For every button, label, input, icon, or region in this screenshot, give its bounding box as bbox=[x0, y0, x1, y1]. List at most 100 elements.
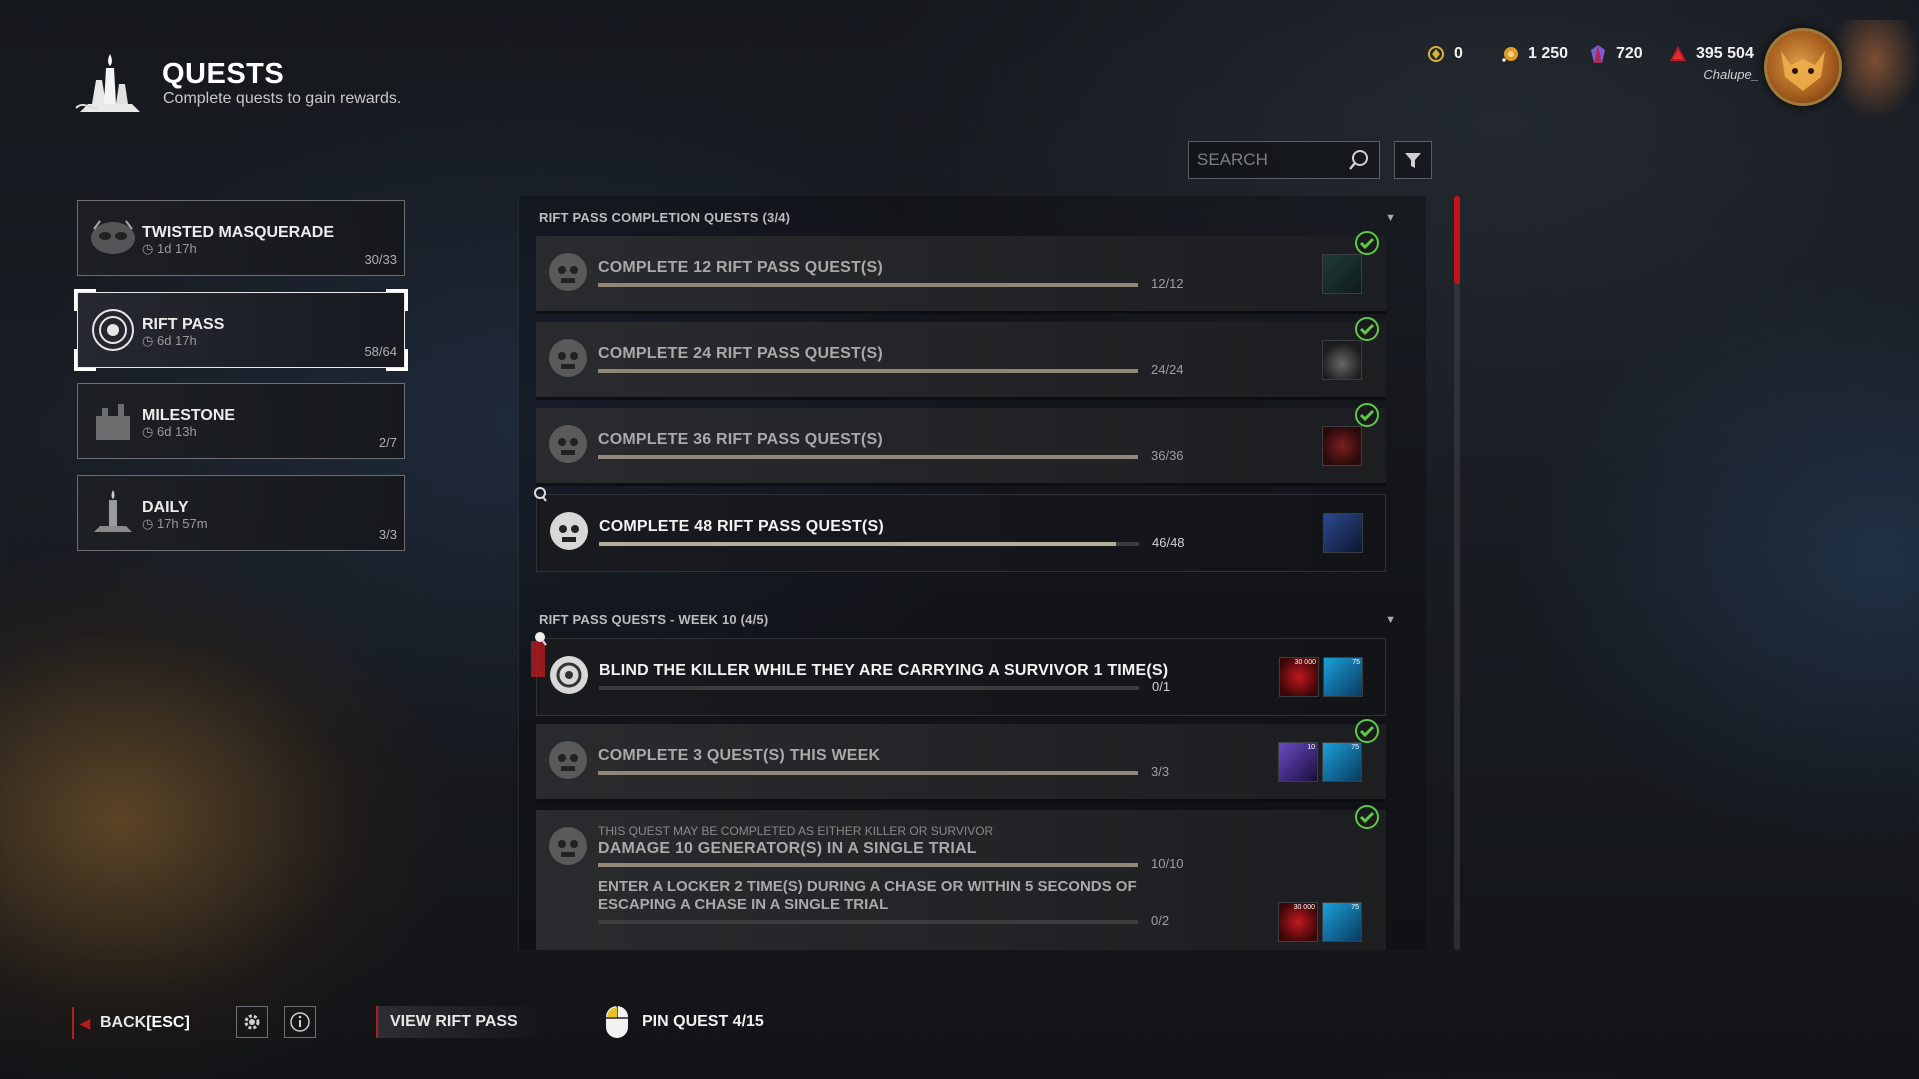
filter-button[interactable] bbox=[1394, 141, 1432, 179]
category-time-value: 6d 13h bbox=[156, 424, 197, 439]
currency-auric-gems: 720 bbox=[1588, 42, 1643, 66]
progress-bar bbox=[598, 455, 1138, 459]
quest-title: COMPLETE 48 RIFT PASS QUEST(S) bbox=[599, 518, 884, 535]
quest-row[interactable]: BLIND THE KILLER WHILE THEY ARE CARRYING… bbox=[531, 638, 1386, 716]
pin-quest-label: PIN QUEST 4/15 bbox=[642, 1013, 764, 1030]
progress-fill bbox=[598, 283, 1138, 287]
clock-icon: ◷ bbox=[142, 516, 154, 531]
quest-list-panel[interactable]: RIFT PASS COMPLETION QUESTS (3/4) ▼ COMP… bbox=[518, 196, 1426, 950]
category-daily[interactable]: DAILY ◷ 17h 57m 3/3 bbox=[77, 475, 405, 551]
progress-fill bbox=[598, 771, 1138, 775]
back-key-hint: [ESC] bbox=[146, 1014, 190, 1031]
currency-bloodpoints: 395 504 bbox=[1668, 42, 1754, 66]
chevron-down-icon[interactable]: ▼ bbox=[1385, 614, 1396, 626]
auric-cells-value: 0 bbox=[1454, 45, 1463, 62]
iridescent-shards-value: 1 250 bbox=[1528, 45, 1569, 62]
flashlight-emblem-icon bbox=[550, 656, 588, 694]
search-box[interactable] bbox=[1188, 141, 1380, 179]
progress-bar bbox=[598, 863, 1138, 867]
reward-amount: 75 bbox=[1351, 744, 1359, 751]
category-name: TWISTED MASQUERADE bbox=[142, 224, 334, 241]
username: Chalupe_ bbox=[1703, 67, 1759, 82]
category-timer: ◷ 1d 17h bbox=[142, 241, 197, 257]
category-name: RIFT PASS bbox=[142, 316, 225, 333]
quest-title: DAMAGE 10 GENERATOR(S) IN A SINGLE TRIAL bbox=[598, 840, 977, 857]
progress-text: 24/24 bbox=[1151, 362, 1184, 377]
reward-rift-fragment-icon[interactable]: 75 bbox=[1322, 902, 1362, 942]
auric-gems-value: 720 bbox=[1616, 45, 1643, 62]
reward-charm-icon[interactable] bbox=[1323, 513, 1363, 553]
progress-bar bbox=[599, 686, 1139, 690]
settings-button[interactable] bbox=[236, 1006, 268, 1038]
category-milestone[interactable]: MILESTONE ◷ 6d 13h 2/7 bbox=[77, 383, 405, 459]
page-title: QUESTS bbox=[162, 58, 285, 90]
quest-row[interactable]: COMPLETE 24 RIFT PASS QUEST(S) 24/24 bbox=[536, 317, 1386, 400]
selection-corner bbox=[386, 289, 408, 311]
completed-check-icon bbox=[1355, 231, 1379, 255]
filter-icon bbox=[1405, 153, 1421, 168]
progress-text: 12/12 bbox=[1151, 276, 1184, 291]
reward-amount: 10 bbox=[1307, 744, 1315, 751]
quest-row[interactable]: COMPLETE 48 RIFT PASS QUEST(S) 46/48 bbox=[536, 494, 1386, 572]
progress-text: 3/3 bbox=[1151, 764, 1170, 779]
category-count: 58/64 bbox=[364, 344, 397, 359]
section-header[interactable]: RIFT PASS COMPLETION QUESTS (3/4) bbox=[539, 210, 790, 225]
chevron-down-icon[interactable]: ▼ bbox=[1385, 212, 1396, 224]
category-timer: ◷ 6d 13h bbox=[142, 424, 197, 440]
reward-charm-icon[interactable] bbox=[1322, 426, 1362, 466]
reward-auric-gems-icon[interactable]: 10 bbox=[1278, 742, 1318, 782]
skull-emblem-icon bbox=[549, 339, 587, 377]
progress-text: 10/10 bbox=[1151, 856, 1184, 871]
progress-bar bbox=[598, 771, 1138, 775]
quest-row[interactable]: COMPLETE 12 RIFT PASS QUEST(S) 12/12 bbox=[536, 231, 1386, 314]
category-name: MILESTONE bbox=[142, 407, 236, 424]
avatar[interactable] bbox=[1764, 28, 1842, 106]
progress-fill bbox=[598, 863, 1138, 867]
category-rift-pass[interactable]: RIFT PASS ◷ 6d 17h 58/64 bbox=[74, 289, 408, 371]
skull-emblem-icon bbox=[549, 425, 587, 463]
completed-check-icon bbox=[1355, 719, 1379, 743]
category-name: DAILY bbox=[142, 499, 189, 516]
progress-text: 0/1 bbox=[1152, 679, 1171, 694]
back-label: BACK bbox=[100, 1014, 147, 1031]
search-input[interactable] bbox=[1197, 150, 1337, 170]
quest-row[interactable]: COMPLETE 3 QUEST(S) THIS WEEK 3/3 10 75 bbox=[536, 719, 1386, 802]
completed-check-icon bbox=[1355, 403, 1379, 427]
reward-charm-icon[interactable] bbox=[1322, 340, 1362, 380]
section-header[interactable]: RIFT PASS QUESTS - WEEK 10 (4/5) bbox=[539, 612, 768, 627]
pin-marker-icon[interactable] bbox=[533, 486, 549, 504]
quest-title-secondary: ENTER A LOCKER 2 TIME(S) DURING A CHASE … bbox=[598, 878, 1137, 913]
reward-amount: 30 000 bbox=[1294, 659, 1316, 666]
fox-portrait-icon bbox=[1781, 51, 1825, 91]
quest-row-multi[interactable]: THIS QUEST MAY BE COMPLETED AS EITHER KI… bbox=[536, 805, 1386, 950]
skull-emblem-icon bbox=[549, 741, 587, 779]
reward-charm-icon[interactable] bbox=[1322, 254, 1362, 294]
search-icon[interactable] bbox=[1347, 148, 1371, 172]
category-timer: ◷ 17h 57m bbox=[142, 516, 208, 532]
reward-bloodpoints-icon[interactable]: 30 000 bbox=[1278, 902, 1318, 942]
reward-rift-fragment-icon[interactable]: 75 bbox=[1323, 657, 1363, 697]
info-button[interactable] bbox=[284, 1006, 316, 1038]
scrollbar-track[interactable] bbox=[1454, 196, 1460, 950]
scrollbar-thumb[interactable] bbox=[1454, 196, 1460, 284]
iridescent-shards-icon bbox=[1502, 47, 1518, 62]
currency-iridescent-shards: 1 250 bbox=[1500, 42, 1568, 66]
reward-bloodpoints-icon[interactable]: 30 000 bbox=[1279, 657, 1319, 697]
pin-marker-icon[interactable] bbox=[533, 630, 549, 648]
back-button[interactable]: ◀ BACK [ESC] bbox=[72, 1007, 190, 1039]
quest-note: THIS QUEST MAY BE COMPLETED AS EITHER KI… bbox=[598, 824, 994, 838]
progress-bar bbox=[599, 542, 1139, 546]
progress-bar bbox=[598, 283, 1138, 287]
currency-auric-cells: 0 bbox=[1426, 42, 1463, 66]
quest-title: COMPLETE 24 RIFT PASS QUEST(S) bbox=[598, 345, 883, 362]
pin-quest-button[interactable]: PIN QUEST 4/15 bbox=[604, 1004, 764, 1040]
category-twisted-masquerade[interactable]: TWISTED MASQUERADE ◷ 1d 17h 30/33 bbox=[77, 200, 405, 276]
category-time-value: 1d 17h bbox=[156, 241, 197, 256]
auric-cells-icon bbox=[1428, 46, 1444, 62]
view-rift-pass-button[interactable]: VIEW RIFT PASS bbox=[376, 1006, 546, 1038]
page-subtitle: Complete quests to gain rewards. bbox=[163, 90, 402, 107]
reward-rift-fragment-icon[interactable]: 75 bbox=[1322, 742, 1362, 782]
category-time-value: 17h 57m bbox=[156, 516, 208, 531]
quest-title: COMPLETE 12 RIFT PASS QUEST(S) bbox=[598, 259, 883, 276]
quest-row[interactable]: COMPLETE 36 RIFT PASS QUEST(S) 36/36 bbox=[536, 403, 1386, 486]
